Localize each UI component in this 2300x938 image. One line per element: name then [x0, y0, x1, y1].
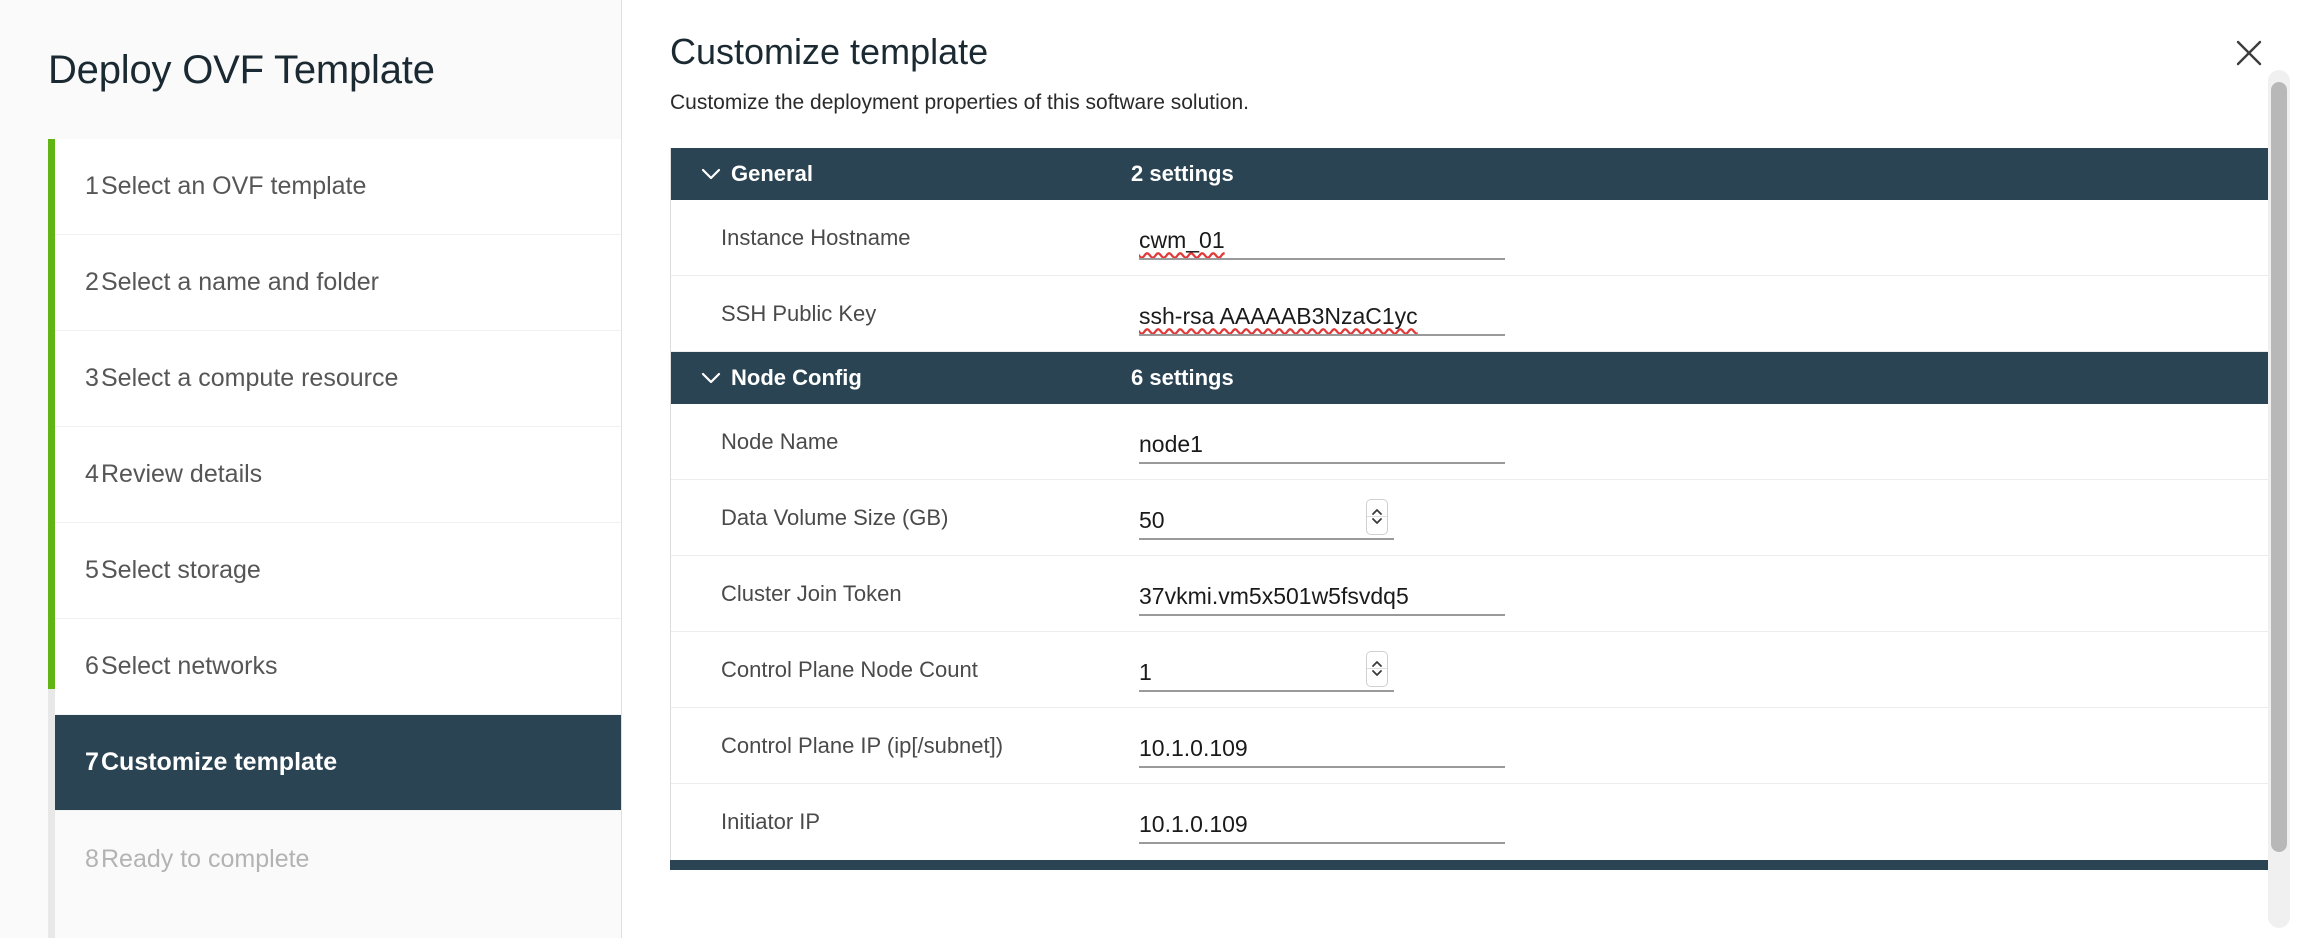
number-input[interactable]: 1 [1139, 648, 1394, 692]
settings-row-value: node1 [1139, 420, 2269, 464]
settings-row-value: 37vkmi.vm5x501w5fsvdq5 [1139, 572, 2269, 616]
text-input[interactable]: ssh-rsa AAAAAB3NzaC1yc [1139, 292, 1505, 336]
sidebar-step-number: 8 [55, 845, 101, 874]
settings-row-value: 10.1.0.109 [1139, 800, 2269, 844]
sidebar-step-1[interactable]: 1Select an OVF template [55, 139, 621, 235]
settings-row-label: Data Volume Size (GB) [671, 505, 1139, 531]
settings-group-header[interactable]: Node Config 6 settings [671, 352, 2269, 404]
settings-group-count: 6 settings [1131, 365, 1234, 391]
settings-row-label: Cluster Join Token [671, 581, 1139, 607]
sidebar-step-number: 7 [55, 748, 101, 777]
wizard-sidebar: Deploy OVF Template 1Select an OVF templ… [0, 0, 622, 938]
sidebar-step-label: Customize template [101, 748, 337, 777]
input-value: ssh-rsa AAAAAB3NzaC1yc [1139, 305, 1418, 334]
text-input[interactable]: 37vkmi.vm5x501w5fsvdq5 [1139, 572, 1505, 616]
settings-row: Node Namenode1 [671, 404, 2269, 480]
close-icon[interactable] [2226, 30, 2272, 76]
sidebar-step-2[interactable]: 2Select a name and folder [55, 235, 621, 331]
table-bottom-strip [670, 860, 2270, 870]
text-input[interactable]: node1 [1139, 420, 1505, 464]
wizard-step-list: 1Select an OVF template2Select a name an… [0, 139, 621, 907]
sidebar-step-label: Select networks [101, 652, 277, 681]
stepper-down-icon[interactable] [1371, 517, 1383, 525]
input-value: node1 [1139, 433, 1203, 462]
settings-row-value: cwm_01 [1139, 216, 2269, 260]
settings-row-value: ssh-rsa AAAAAB3NzaC1yc [1139, 292, 2269, 336]
stepper-up-icon[interactable] [1371, 660, 1383, 668]
sidebar-step-number: 4 [55, 460, 101, 489]
progress-rail-remaining [48, 689, 55, 938]
settings-row-label: SSH Public Key [671, 301, 1139, 327]
input-value: 10.1.0.109 [1139, 737, 1248, 766]
settings-row-value: 50 [1139, 496, 2269, 540]
settings-row-label: Control Plane IP (ip[/subnet]) [671, 733, 1139, 759]
sidebar-step-6[interactable]: 6Select networks [55, 619, 621, 715]
sidebar-step-number: 5 [55, 556, 101, 585]
settings-row: SSH Public Keyssh-rsa AAAAAB3NzaC1yc [671, 276, 2269, 352]
sidebar-step-label: Review details [101, 460, 262, 489]
sidebar-step-8: 8Ready to complete [55, 811, 621, 907]
settings-group-header[interactable]: General 2 settings [671, 148, 2269, 200]
content-header: Customize template Customize the deploym… [622, 0, 2300, 115]
settings-row: Control Plane Node Count1 [671, 632, 2269, 708]
text-input[interactable]: cwm_01 [1139, 216, 1505, 260]
vertical-scrollbar-track[interactable] [2268, 70, 2290, 928]
vertical-scrollbar-thumb[interactable] [2271, 82, 2287, 852]
settings-table: General 2 settings Instance Hostnamecwm_01… [670, 148, 2270, 860]
settings-row-label: Instance Hostname [671, 225, 1139, 251]
sidebar-step-4[interactable]: 4Review details [55, 427, 621, 523]
progress-rail-complete [48, 139, 55, 689]
settings-row-value: 10.1.0.109 [1139, 724, 2269, 768]
text-input[interactable]: 10.1.0.109 [1139, 724, 1505, 768]
number-stepper[interactable] [1366, 651, 1388, 687]
page-title: Customize template [670, 30, 2300, 73]
sidebar-step-7[interactable]: 7Customize template [55, 715, 621, 811]
sidebar-step-3[interactable]: 3Select a compute resource [55, 331, 621, 427]
sidebar-step-5[interactable]: 5Select storage [55, 523, 621, 619]
settings-group-name: General [731, 161, 813, 187]
input-value: 37vkmi.vm5x501w5fsvdq5 [1139, 585, 1409, 614]
sidebar-step-number: 2 [55, 268, 101, 297]
sidebar-step-label: Ready to complete [101, 845, 309, 874]
settings-row: Cluster Join Token37vkmi.vm5x501w5fsvdq5 [671, 556, 2269, 632]
sidebar-step-number: 6 [55, 652, 101, 681]
settings-row-label: Node Name [671, 429, 1139, 455]
input-value: 1 [1139, 661, 1152, 690]
chevron-down-icon[interactable] [691, 372, 731, 385]
wizard-title: Deploy OVF Template [0, 0, 621, 94]
settings-row-label: Control Plane Node Count [671, 657, 1139, 683]
settings-row: Data Volume Size (GB)50 [671, 480, 2269, 556]
sidebar-step-label: Select a compute resource [101, 364, 398, 393]
settings-row: Initiator IP10.1.0.109 [671, 784, 2269, 860]
text-input[interactable]: 10.1.0.109 [1139, 800, 1505, 844]
settings-row: Control Plane IP (ip[/subnet])10.1.0.109 [671, 708, 2269, 784]
sidebar-step-number: 3 [55, 364, 101, 393]
sidebar-step-label: Select a name and folder [101, 268, 379, 297]
page-subtitle: Customize the deployment properties of t… [670, 91, 2300, 115]
sidebar-step-label: Select storage [101, 556, 261, 585]
chevron-down-icon[interactable] [691, 168, 731, 181]
number-input[interactable]: 50 [1139, 496, 1394, 540]
settings-row-label: Initiator IP [671, 809, 1139, 835]
settings-group-count: 2 settings [1131, 161, 1234, 187]
settings-group-name: Node Config [731, 365, 862, 391]
settings-row-value: 1 [1139, 648, 2269, 692]
stepper-up-icon[interactable] [1371, 508, 1383, 516]
settings-row: Instance Hostnamecwm_01 [671, 200, 2269, 276]
number-stepper[interactable] [1366, 499, 1388, 535]
input-value: 50 [1139, 509, 1165, 538]
sidebar-step-label: Select an OVF template [101, 172, 366, 201]
wizard-content: Customize template Customize the deploym… [622, 0, 2300, 938]
stepper-down-icon[interactable] [1371, 669, 1383, 677]
input-value: 10.1.0.109 [1139, 813, 1248, 842]
sidebar-step-number: 1 [55, 172, 101, 201]
deploy-ovf-wizard: Deploy OVF Template 1Select an OVF templ… [0, 0, 2300, 938]
input-value: cwm_01 [1139, 229, 1225, 258]
